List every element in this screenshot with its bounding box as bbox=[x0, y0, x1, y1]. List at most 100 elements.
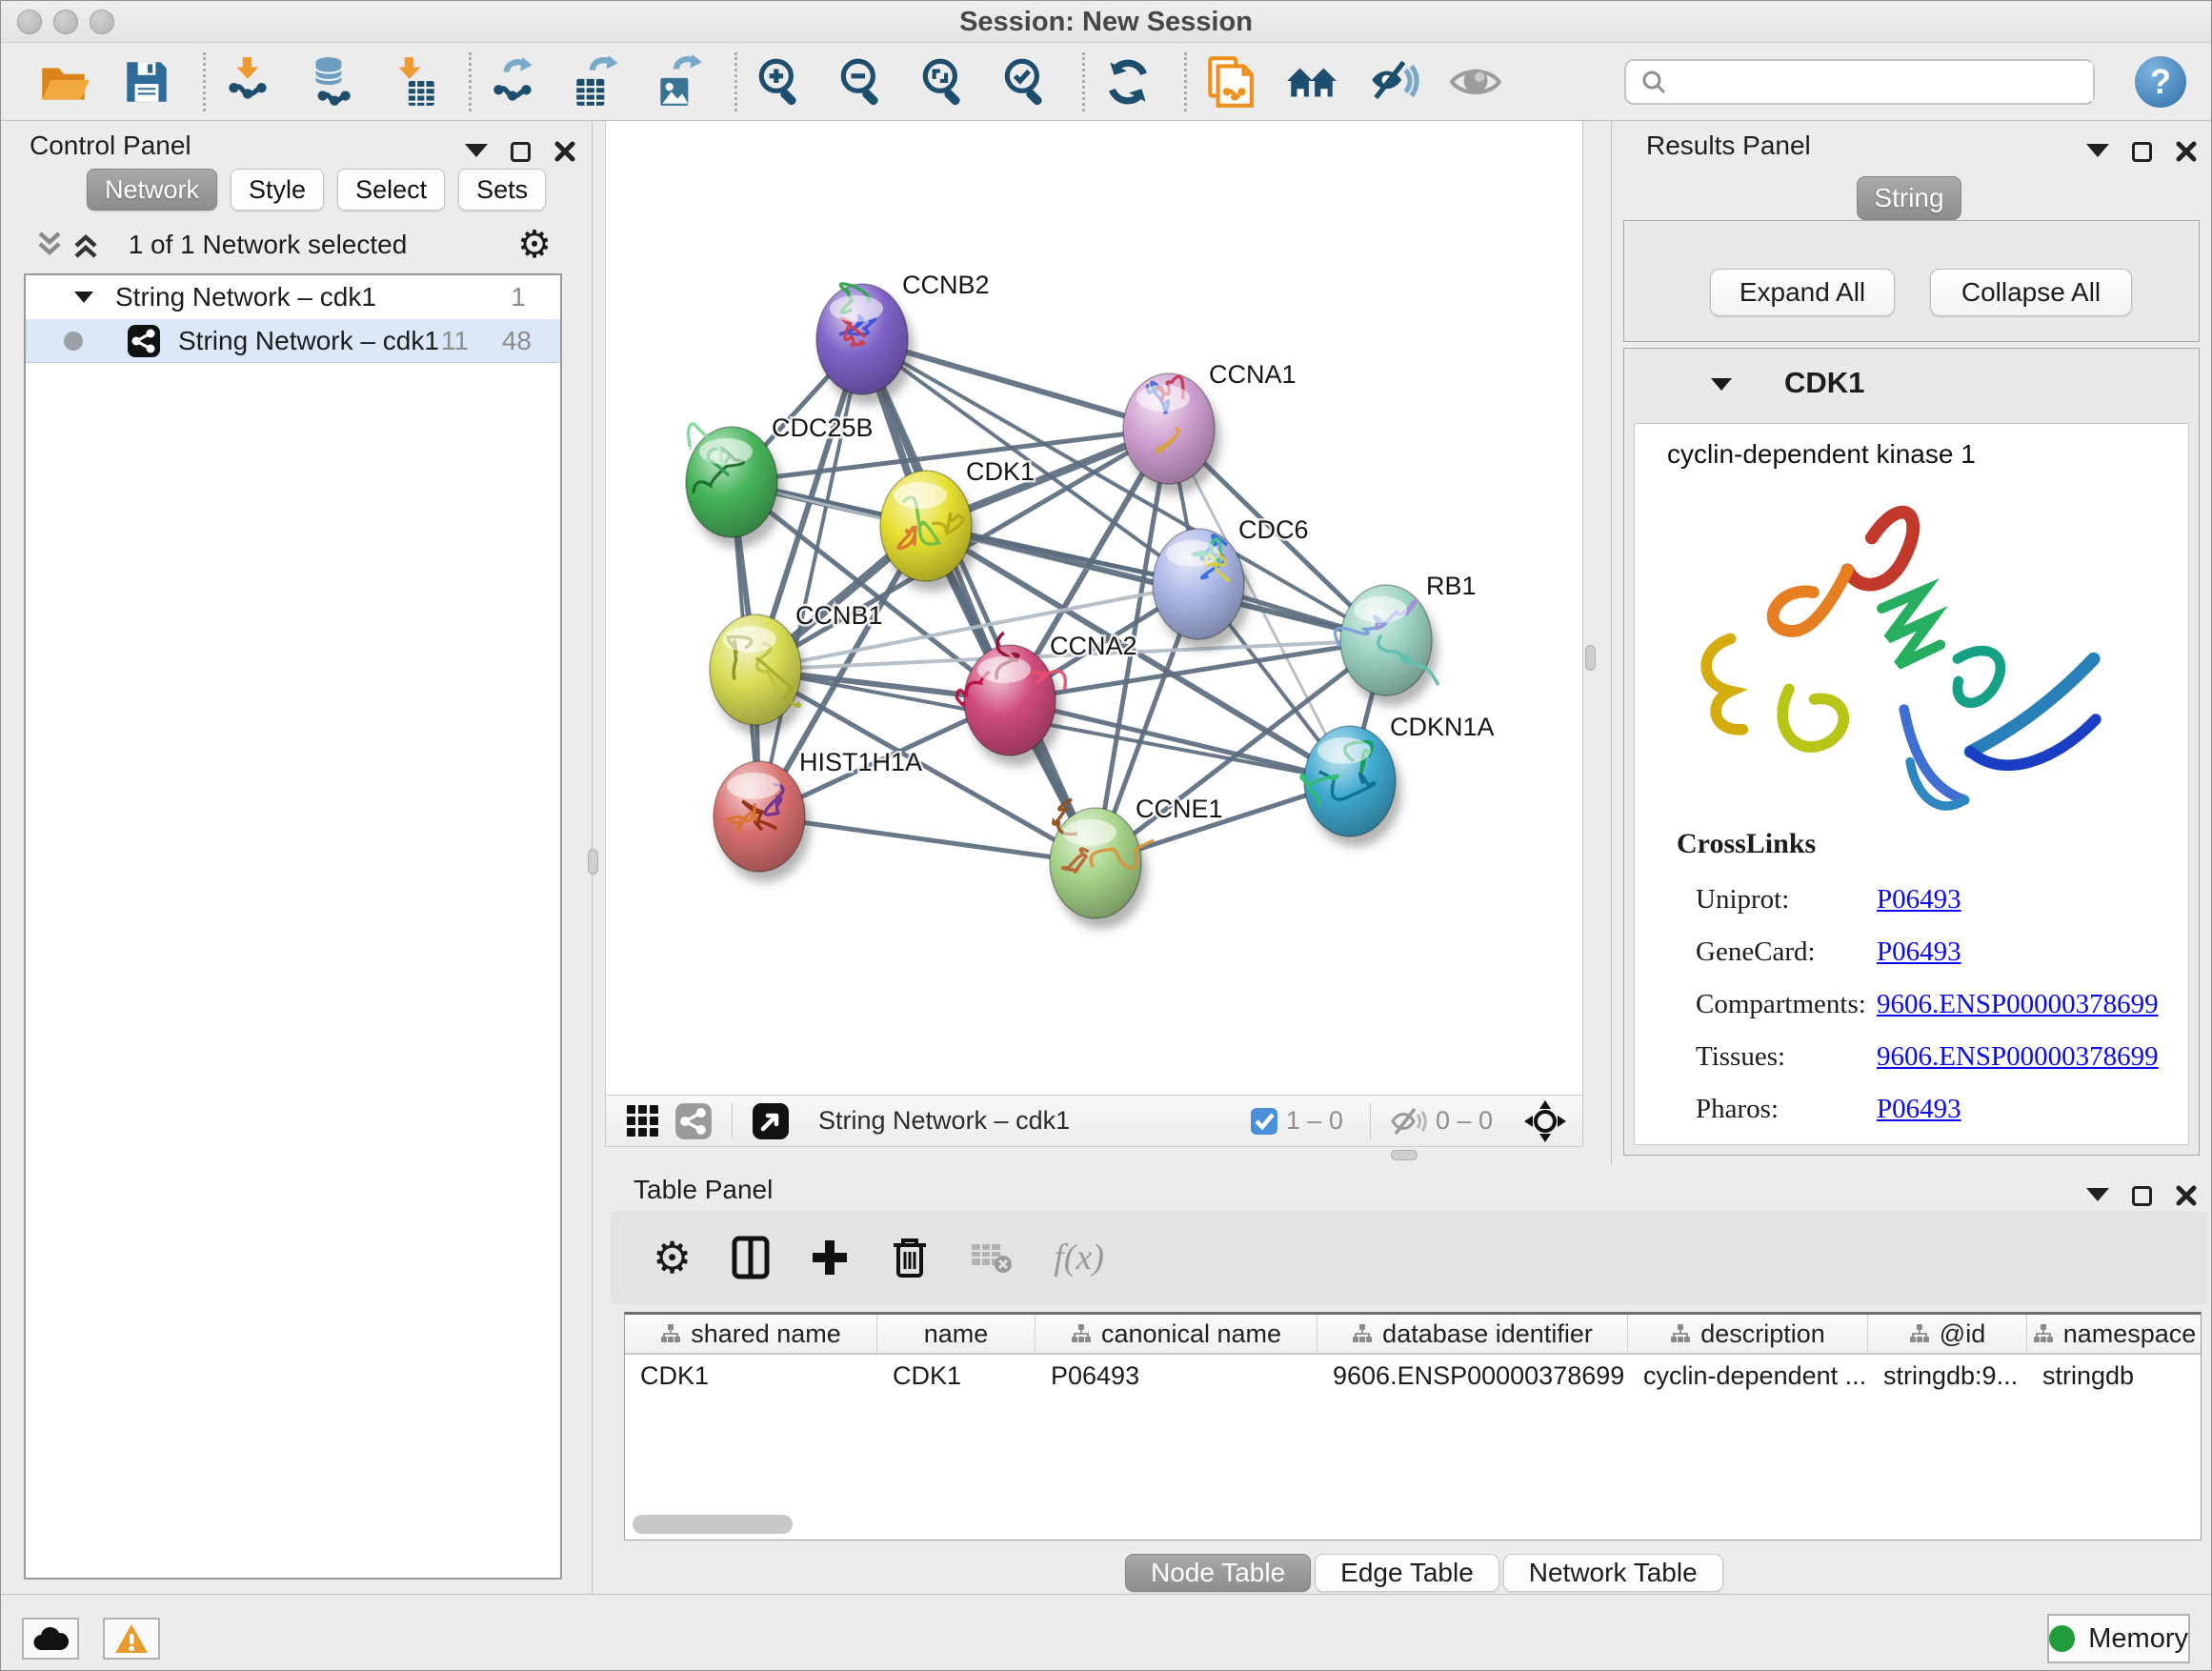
detach-view-icon[interactable] bbox=[752, 1102, 790, 1140]
zoom-fit-icon[interactable] bbox=[916, 54, 972, 110]
panel-float-icon[interactable] bbox=[511, 142, 531, 162]
column-header-canonical-name[interactable]: canonical name bbox=[1036, 1315, 1317, 1353]
tab-node-table[interactable]: Node Table bbox=[1125, 1554, 1311, 1592]
panel-float-icon[interactable] bbox=[2132, 142, 2152, 162]
panel-close-icon[interactable] bbox=[2175, 140, 2198, 163]
hide-graphics-details-icon[interactable] bbox=[1366, 54, 1421, 110]
eye-icon[interactable] bbox=[1448, 54, 1503, 110]
import-network-database-icon[interactable] bbox=[303, 54, 358, 110]
tab-select[interactable]: Select bbox=[337, 169, 445, 211]
export-table-icon[interactable] bbox=[569, 54, 624, 110]
left-splitter-handle[interactable] bbox=[588, 849, 598, 875]
export-network-icon[interactable] bbox=[487, 54, 542, 110]
tab-edge-table[interactable]: Edge Table bbox=[1315, 1554, 1499, 1592]
cloud-button[interactable] bbox=[22, 1618, 79, 1660]
crosslink-link[interactable]: P06493 bbox=[1877, 936, 1961, 968]
network-canvas[interactable]: CCNB2CCNA1CDC25BCDK1CDC6RB1CCNB1CCNA2CDK… bbox=[605, 121, 1583, 1095]
network-node-CCNA1[interactable]: CCNA1 bbox=[1123, 360, 1297, 494]
section-collapse-icon[interactable] bbox=[1708, 373, 1735, 396]
control-panel-title: Control Panel bbox=[30, 131, 191, 161]
crosslink-link[interactable]: P06493 bbox=[1877, 884, 1961, 916]
zoom-out-icon[interactable] bbox=[835, 54, 890, 110]
zoom-in-icon[interactable] bbox=[753, 54, 808, 110]
crosslink-link[interactable]: P06493 bbox=[1877, 1094, 1961, 1125]
toolbar-separator bbox=[1082, 52, 1085, 111]
collapse-all-button[interactable]: Collapse All bbox=[1930, 269, 2132, 316]
table-tabs: Node TableEdge TableNetwork Table bbox=[1125, 1554, 1723, 1592]
right-splitter-handle[interactable] bbox=[1585, 645, 1596, 671]
add-icon[interactable] bbox=[810, 1238, 850, 1278]
network-node-CCNB1[interactable]: CCNB1 bbox=[710, 601, 883, 735]
network-row[interactable]: String Network – cdk1 11 48 bbox=[26, 319, 560, 363]
save-icon[interactable] bbox=[119, 54, 174, 110]
horizontal-scrollbar[interactable] bbox=[633, 1515, 793, 1534]
columns-icon[interactable] bbox=[732, 1236, 770, 1279]
bottom-splitter-handle[interactable] bbox=[1391, 1150, 1418, 1160]
network-node-CDK1[interactable]: CDK1 bbox=[880, 457, 1035, 592]
network-node-CDKN1A[interactable]: CDKN1A bbox=[1301, 713, 1495, 847]
tab-network[interactable]: Network bbox=[87, 169, 217, 211]
selected-checkbox-icon[interactable] bbox=[1250, 1107, 1278, 1136]
search-input[interactable] bbox=[1668, 63, 2093, 101]
document-share-icon[interactable] bbox=[1202, 54, 1257, 110]
table-row[interactable]: CDK1CDK1P064939606.ENSP00000378699cyclin… bbox=[625, 1355, 2201, 1397]
table-cell[interactable]: stringdb bbox=[2027, 1355, 2202, 1397]
grid-view-icon[interactable] bbox=[625, 1103, 661, 1139]
network-node-CCNB2[interactable]: CCNB2 bbox=[816, 271, 990, 405]
table-cell[interactable]: CDK1 bbox=[625, 1355, 877, 1397]
center-view-icon[interactable] bbox=[1523, 1099, 1567, 1143]
network-label: String Network – cdk1 bbox=[178, 326, 439, 356]
toolbar-separator bbox=[469, 52, 472, 111]
network-collection-row[interactable]: String Network – cdk1 1 bbox=[26, 275, 560, 319]
panel-menu-icon[interactable] bbox=[2086, 144, 2109, 169]
gear-icon[interactable]: ⚙ bbox=[517, 226, 552, 264]
network-node-RB1[interactable]: RB1 bbox=[1336, 572, 1477, 706]
crosslink-link[interactable]: 9606.ENSP00000378699 bbox=[1877, 989, 2159, 1020]
toolbar-separator bbox=[203, 52, 206, 111]
table-cell[interactable]: stringdb:9... bbox=[1868, 1355, 2027, 1397]
table-cell[interactable]: P06493 bbox=[1036, 1355, 1317, 1397]
collection-expand-icon[interactable] bbox=[71, 287, 96, 308]
table-cell[interactable]: 9606.ENSP00000378699 bbox=[1317, 1355, 1628, 1397]
zoom-selected-icon[interactable] bbox=[998, 54, 1054, 110]
expand-all-button[interactable]: Expand All bbox=[1710, 269, 1895, 316]
protein-description: cyclin-dependent kinase 1 bbox=[1667, 439, 1976, 470]
column-header-namespace[interactable]: namespace bbox=[2027, 1315, 2202, 1353]
panel-menu-icon[interactable] bbox=[2086, 1188, 2109, 1213]
panel-close-icon[interactable] bbox=[2175, 1184, 2198, 1207]
column-header-description[interactable]: description bbox=[1628, 1315, 1868, 1353]
delete-icon[interactable] bbox=[890, 1236, 930, 1279]
table-cell[interactable]: CDK1 bbox=[877, 1355, 1036, 1397]
help-icon[interactable]: ? bbox=[2135, 56, 2186, 108]
network-view-share-icon[interactable] bbox=[674, 1102, 713, 1140]
search-field[interactable] bbox=[1624, 59, 2095, 105]
column-header-shared-name[interactable]: shared name bbox=[625, 1315, 877, 1353]
import-network-icon[interactable] bbox=[221, 54, 276, 110]
node-table[interactable]: shared namenamecanonical namedatabase id… bbox=[624, 1312, 2202, 1540]
column-header-name[interactable]: name bbox=[877, 1315, 1036, 1353]
houses-icon[interactable] bbox=[1284, 54, 1339, 110]
memory-label: Memory bbox=[2088, 1623, 2188, 1655]
cdk1-section-header[interactable]: CDK1 bbox=[1624, 349, 2199, 421]
tab-string[interactable]: String bbox=[1857, 176, 1961, 220]
table-cell[interactable]: cyclin-dependent ... bbox=[1628, 1355, 1868, 1397]
gear-icon[interactable]: ⚙ bbox=[653, 1238, 692, 1277]
tab-style[interactable]: Style bbox=[231, 169, 324, 211]
crosslink-link[interactable]: 9606.ENSP00000378699 bbox=[1877, 1041, 2159, 1073]
tab-sets[interactable]: Sets bbox=[458, 169, 546, 211]
column-header-database-identifier[interactable]: database identifier bbox=[1317, 1315, 1628, 1353]
network-node-HIST1H1A[interactable]: HIST1H1A bbox=[714, 748, 922, 882]
panel-close-icon[interactable] bbox=[553, 140, 576, 163]
memory-button[interactable]: Memory bbox=[2047, 1614, 2190, 1663]
column-header--id[interactable]: @id bbox=[1868, 1315, 2027, 1353]
network-node-CCNE1[interactable]: CCNE1 bbox=[1050, 795, 1223, 929]
panel-float-icon[interactable] bbox=[2132, 1186, 2152, 1206]
import-table-icon[interactable] bbox=[385, 54, 440, 110]
panel-menu-icon[interactable] bbox=[465, 144, 488, 169]
network-node-CDC25B[interactable]: CDC25B bbox=[686, 413, 874, 548]
warning-button[interactable] bbox=[103, 1618, 160, 1660]
export-image-icon[interactable] bbox=[651, 54, 706, 110]
open-folder-icon[interactable] bbox=[37, 54, 92, 110]
refresh-icon[interactable] bbox=[1100, 54, 1156, 110]
tab-network-table[interactable]: Network Table bbox=[1503, 1554, 1723, 1592]
